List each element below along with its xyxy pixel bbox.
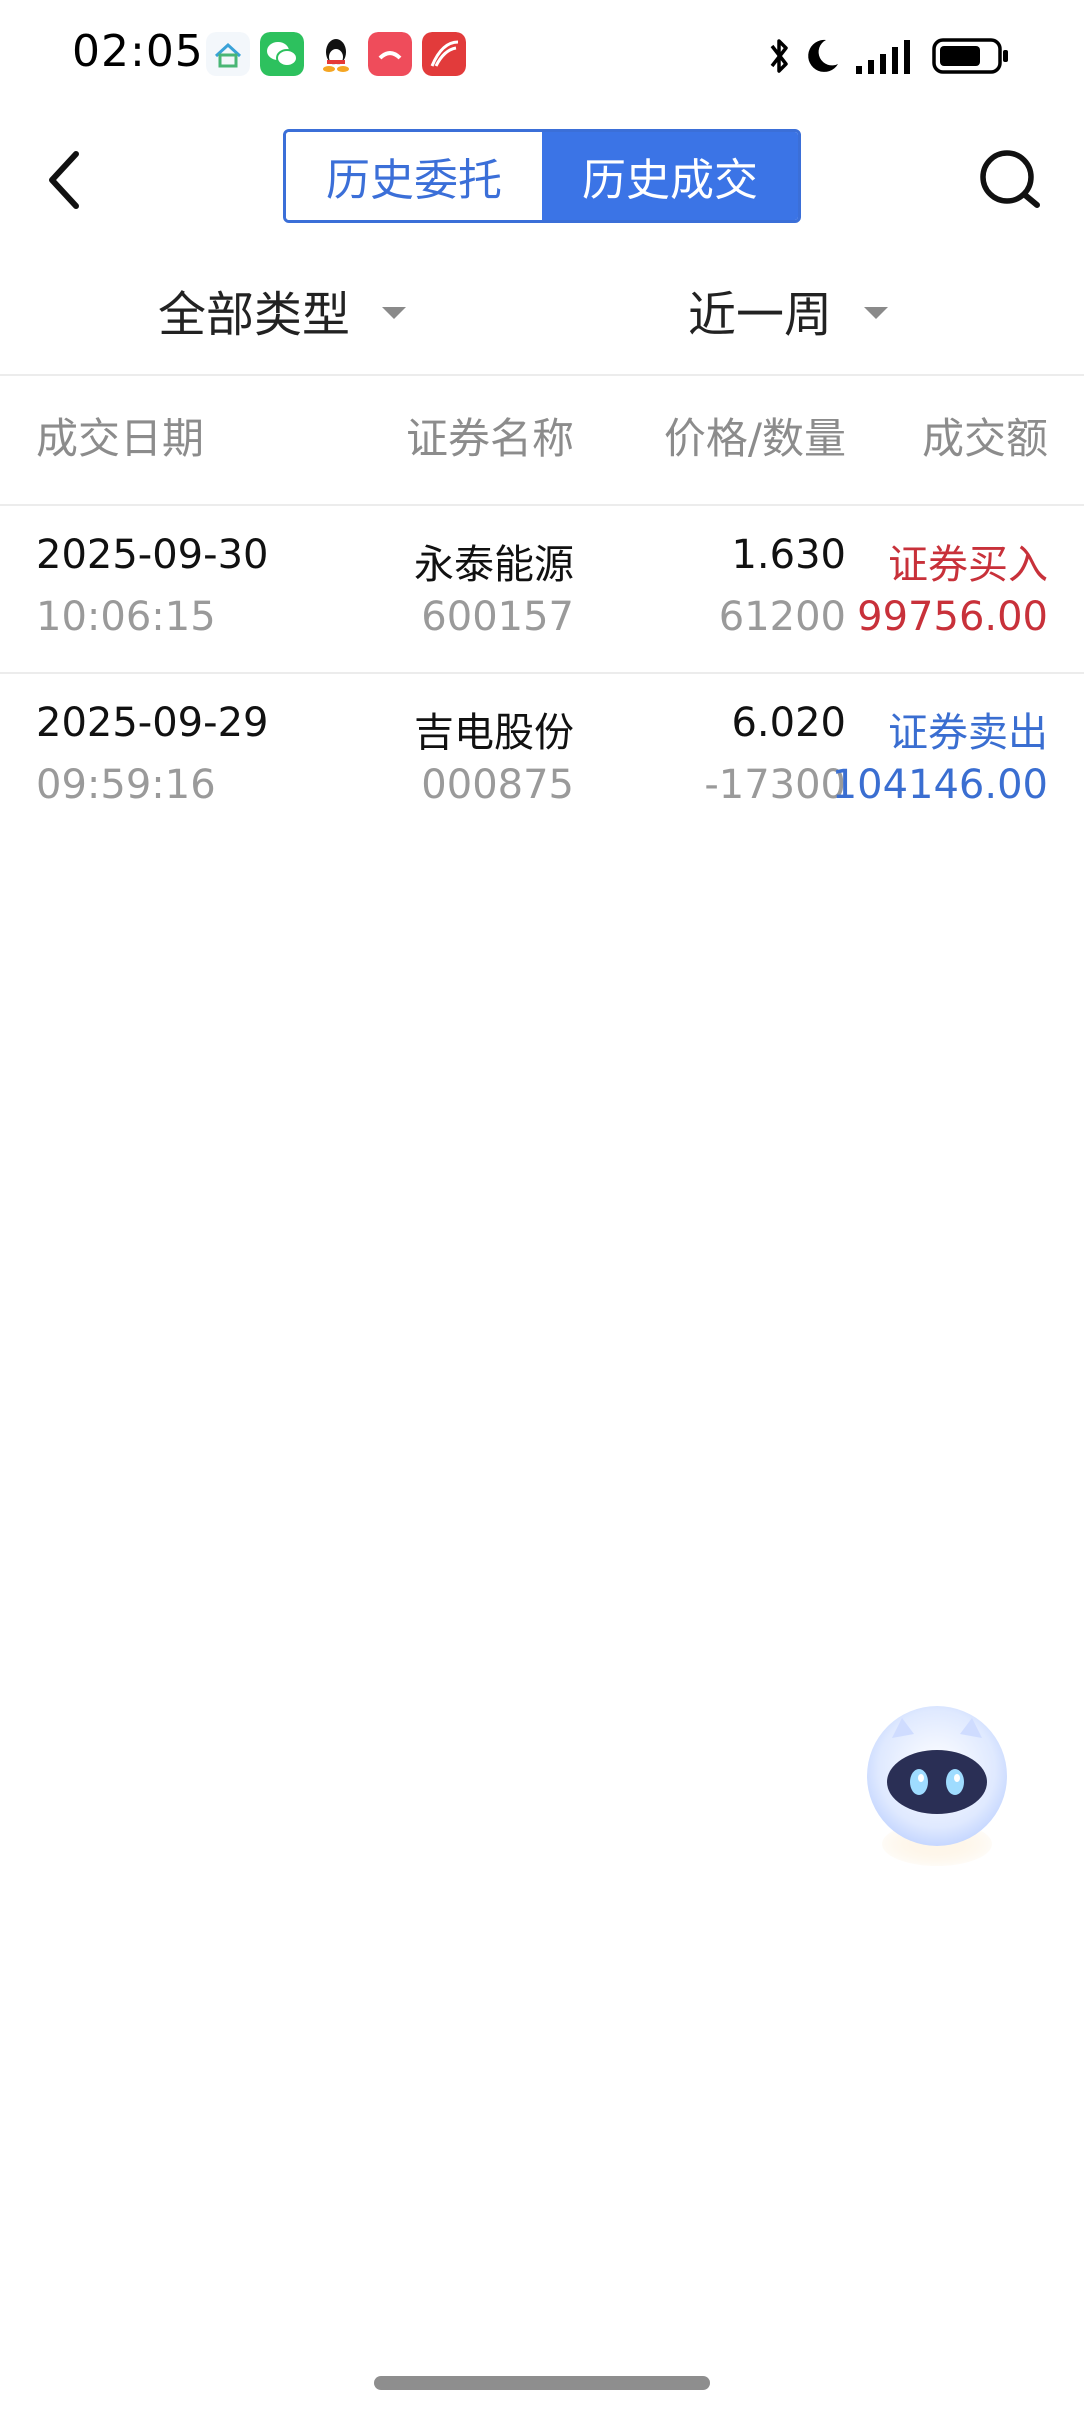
header-security-name: 证券名称 [405, 414, 574, 463]
battery-icon [932, 38, 1008, 74]
back-button[interactable] [34, 140, 94, 220]
search-icon [980, 150, 1040, 208]
home-app-icon [206, 32, 250, 76]
chevron-left-icon [49, 151, 79, 209]
trade-price: 1.630 [731, 532, 846, 578]
trade-price: 6.020 [731, 700, 846, 746]
table-row[interactable]: 2025-09-30 10:06:15 永泰能源 600157 1.630 61… [0, 506, 1084, 674]
study-app-icon [422, 32, 466, 76]
search-button[interactable] [970, 140, 1050, 220]
tab-history-orders[interactable]: 历史委托 [286, 132, 542, 220]
bluetooth-icon [770, 39, 788, 73]
period-filter-dropdown[interactable]: 近一周 [688, 270, 889, 350]
history-tab-switcher: 历史委托 历史成交 [283, 129, 801, 223]
caret-down-icon [382, 307, 407, 319]
trade-direction: 证券买入 [888, 542, 1048, 588]
status-time: 02:05 [72, 26, 204, 77]
qq-icon [323, 39, 349, 72]
trade-quantity: 61200 [718, 594, 846, 640]
table-header: 成交日期 证券名称 价格/数量 成交额 [0, 405, 1084, 475]
period-filter-label: 近一周 [688, 287, 833, 343]
moon-icon [808, 39, 838, 72]
security-name: 永泰能源 [414, 542, 574, 588]
header-trade-date: 成交日期 [36, 414, 205, 463]
type-filter-dropdown[interactable]: 全部类型 [158, 270, 407, 350]
type-filter-label: 全部类型 [158, 287, 351, 343]
header-price-quantity: 价格/数量 [663, 414, 846, 463]
trade-date: 2025-09-30 [36, 532, 269, 578]
assistant-robot-button[interactable] [862, 1694, 1012, 1869]
phone-app-icon [368, 32, 412, 76]
header-trade-amount: 成交额 [921, 414, 1048, 463]
home-indicator[interactable] [374, 2376, 710, 2390]
security-code: 000875 [421, 762, 574, 808]
security-code: 600157 [421, 594, 574, 640]
tab-history-trades[interactable]: 历史成交 [542, 132, 798, 220]
caret-down-icon [864, 307, 889, 319]
trade-time: 09:59:16 [36, 762, 216, 808]
status-bar: 02:05 [0, 0, 1084, 110]
trade-amount: 99756.00 [857, 594, 1048, 640]
security-name: 吉电股份 [414, 710, 574, 756]
trade-quantity: -17300 [704, 762, 846, 808]
trade-time: 10:06:15 [36, 594, 216, 640]
trade-direction: 证券卖出 [888, 710, 1048, 756]
table-row[interactable]: 2025-09-29 09:59:16 吉电股份 000875 6.020 -1… [0, 674, 1084, 842]
divider [0, 374, 1084, 376]
wechat-icon [260, 32, 304, 76]
trade-date: 2025-09-29 [36, 700, 269, 746]
trade-amount: 104146.00 [831, 762, 1048, 808]
robot-icon [867, 1706, 1007, 1866]
signal-icon [856, 40, 910, 74]
